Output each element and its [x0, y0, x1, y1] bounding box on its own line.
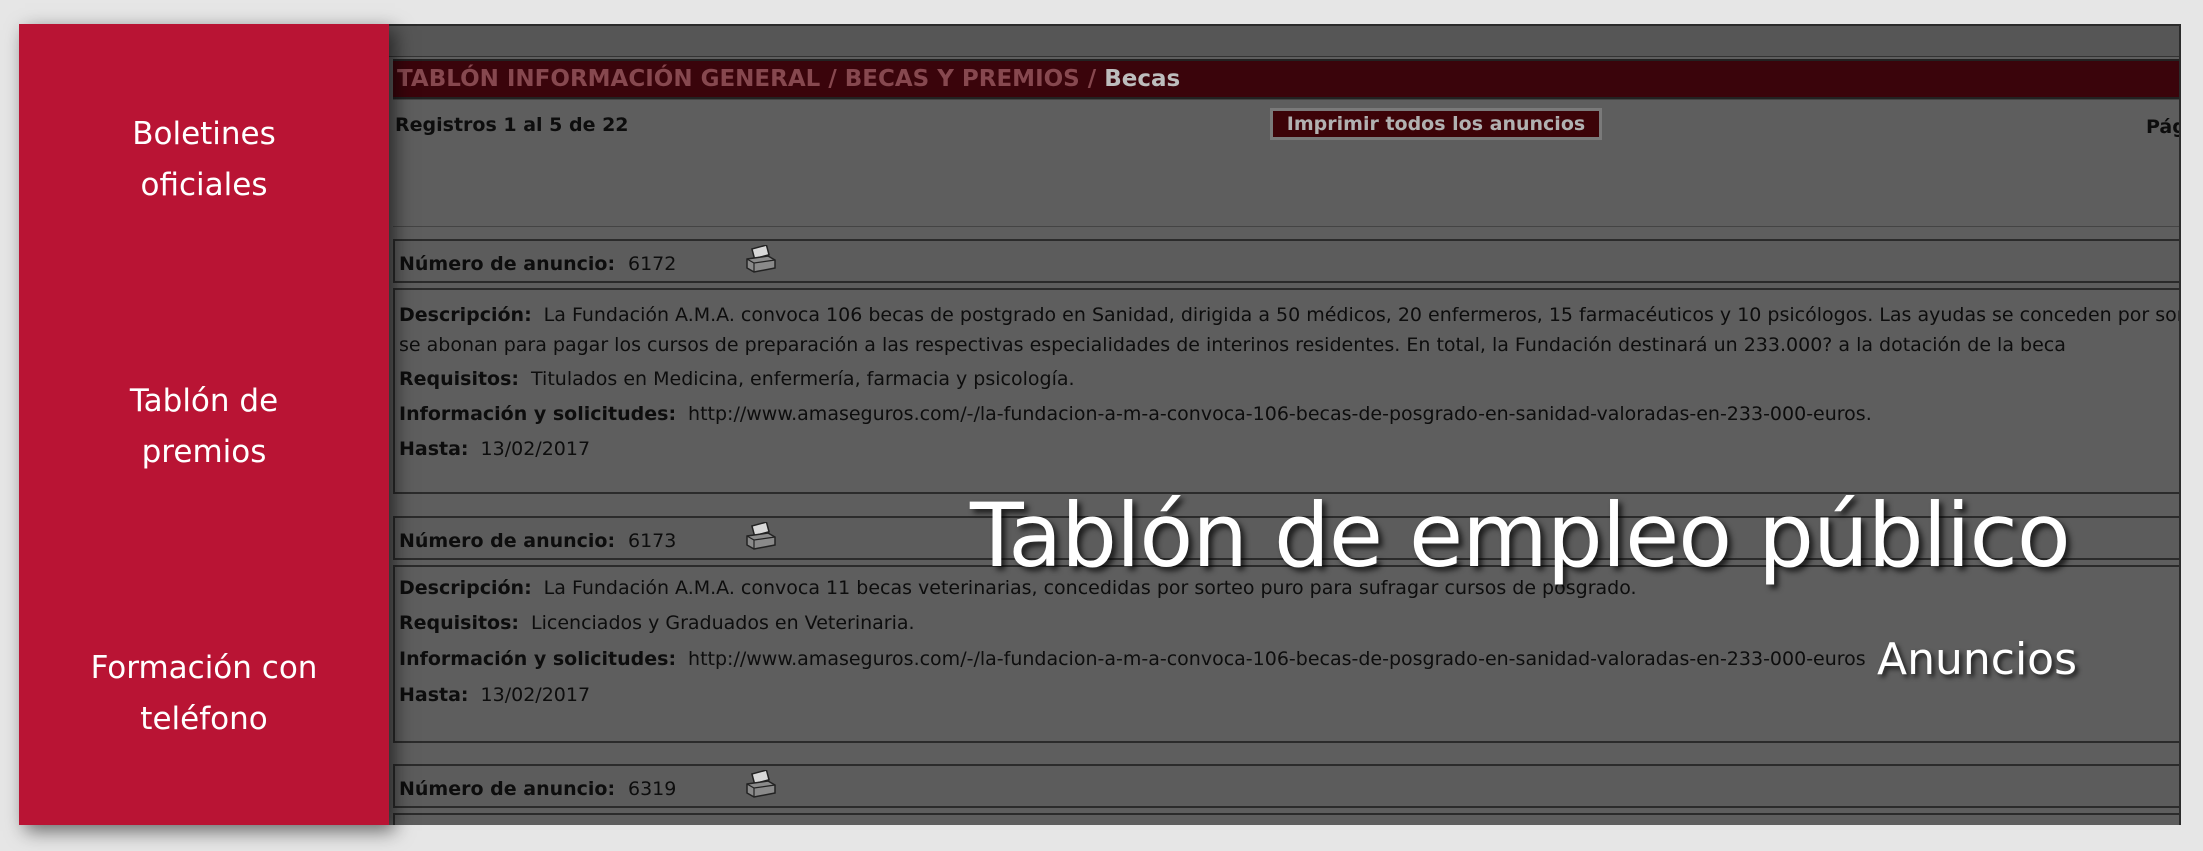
- announcement-number-label: Número de anuncio:: [399, 253, 616, 275]
- page-top-strip: [389, 26, 2179, 57]
- print-all-button[interactable]: Imprimir todos los anuncios: [1270, 108, 1602, 140]
- sidebar-item-label: oficiales: [140, 167, 268, 203]
- announcement-number-label: Número de anuncio:: [399, 778, 616, 800]
- breadcrumb-separator: /: [1087, 66, 1097, 92]
- until-date: 13/02/2017: [480, 684, 591, 706]
- sidebar-nav: Boletines oficiales Tablón de premios Fo…: [19, 24, 389, 825]
- overlay-title: Tablón de empleo público: [970, 484, 2071, 587]
- printer-icon[interactable]: [744, 522, 778, 552]
- printer-icon[interactable]: [744, 245, 778, 275]
- printer-icon[interactable]: [744, 770, 778, 800]
- until-label: Hasta:: [399, 684, 469, 706]
- until-label: Hasta:: [399, 438, 469, 460]
- announcement-body: [393, 813, 2179, 825]
- requirements-label: Requisitos:: [399, 612, 520, 634]
- description-row: se abonan para pagar los cursos de prepa…: [399, 334, 2066, 356]
- until-date: 13/02/2017: [480, 438, 591, 460]
- breadcrumb: TABLÓN INFORMACIÓN GENERAL / BECAS Y PRE…: [393, 59, 2179, 99]
- info-link[interactable]: http://www.amaseguros.com/-/la-fundacion…: [688, 648, 1866, 670]
- listing-toolbar: Registros 1 al 5 de 22 Imprimir todos lo…: [393, 99, 2179, 227]
- announcement-number: 6172: [628, 253, 677, 275]
- overlay-subtitle: Anuncios: [1877, 634, 2078, 685]
- sidebar-item-formacion-telefono[interactable]: Formación con teléfono: [19, 643, 389, 745]
- announcements-page: TABLÓN INFORMACIÓN GENERAL / BECAS Y PRE…: [389, 24, 2181, 825]
- requirements-label: Requisitos:: [399, 368, 520, 390]
- sidebar-item-boletines-oficiales[interactable]: Boletines oficiales: [19, 109, 389, 211]
- until-row: Hasta: 13/02/2017: [399, 684, 590, 706]
- requirements-text: Licenciados y Graduados en Veterinaria.: [531, 612, 915, 634]
- breadcrumb-current: Becas: [1104, 66, 1181, 92]
- sidebar-item-label: teléfono: [140, 701, 268, 737]
- requirements-text: Titulados en Medicina, enfermería, farma…: [531, 368, 1075, 390]
- announcement-header: Número de anuncio: 6319: [393, 764, 2179, 808]
- breadcrumb-becas-premios[interactable]: BECAS Y PREMIOS: [845, 66, 1080, 92]
- description-label: Descripción:: [399, 577, 532, 599]
- pagination-label: Pág: [2146, 116, 2179, 138]
- sidebar-item-label: Boletines: [132, 116, 276, 152]
- description-text: La Fundación A.M.A. convoca 106 becas de…: [543, 304, 2181, 326]
- description-text: se abonan para pagar los cursos de prepa…: [399, 334, 2066, 356]
- until-row: Hasta: 13/02/2017: [399, 438, 590, 460]
- breadcrumb-tablon-general[interactable]: TABLÓN INFORMACIÓN GENERAL: [397, 66, 820, 92]
- sidebar-item-label: Tablón de: [129, 383, 279, 419]
- info-label: Información y solicitudes:: [399, 403, 677, 425]
- requirements-row: Requisitos: Titulados en Medicina, enferm…: [399, 368, 1075, 390]
- announcement-number-label: Número de anuncio:: [399, 530, 616, 552]
- info-row: Información y solicitudes: http://www.ama…: [399, 403, 1872, 425]
- announcement-body: Descripción: La Fundación A.M.A. convoca …: [393, 288, 2179, 494]
- info-label: Información y solicitudes:: [399, 648, 677, 670]
- info-row: Información y solicitudes: http://www.ama…: [399, 648, 1866, 670]
- announcement-number: 6319: [628, 778, 677, 800]
- sidebar-item-tablon-premios[interactable]: Tablón de premios: [19, 376, 389, 478]
- sidebar-item-label: premios: [141, 434, 267, 470]
- announcement-number: 6173: [628, 530, 677, 552]
- description-label: Descripción:: [399, 304, 532, 326]
- breadcrumb-separator: /: [828, 66, 837, 92]
- records-count: Registros 1 al 5 de 22: [395, 114, 629, 136]
- requirements-row: Requisitos: Licenciados y Graduados en Ve…: [399, 612, 915, 634]
- sidebar-item-label: Formación con: [90, 650, 318, 686]
- info-link[interactable]: http://www.amaseguros.com/-/la-fundacion…: [688, 403, 1872, 425]
- announcement-header: Número de anuncio: 6172: [393, 239, 2179, 283]
- description-row: Descripción: La Fundación A.M.A. convoca …: [399, 304, 2181, 326]
